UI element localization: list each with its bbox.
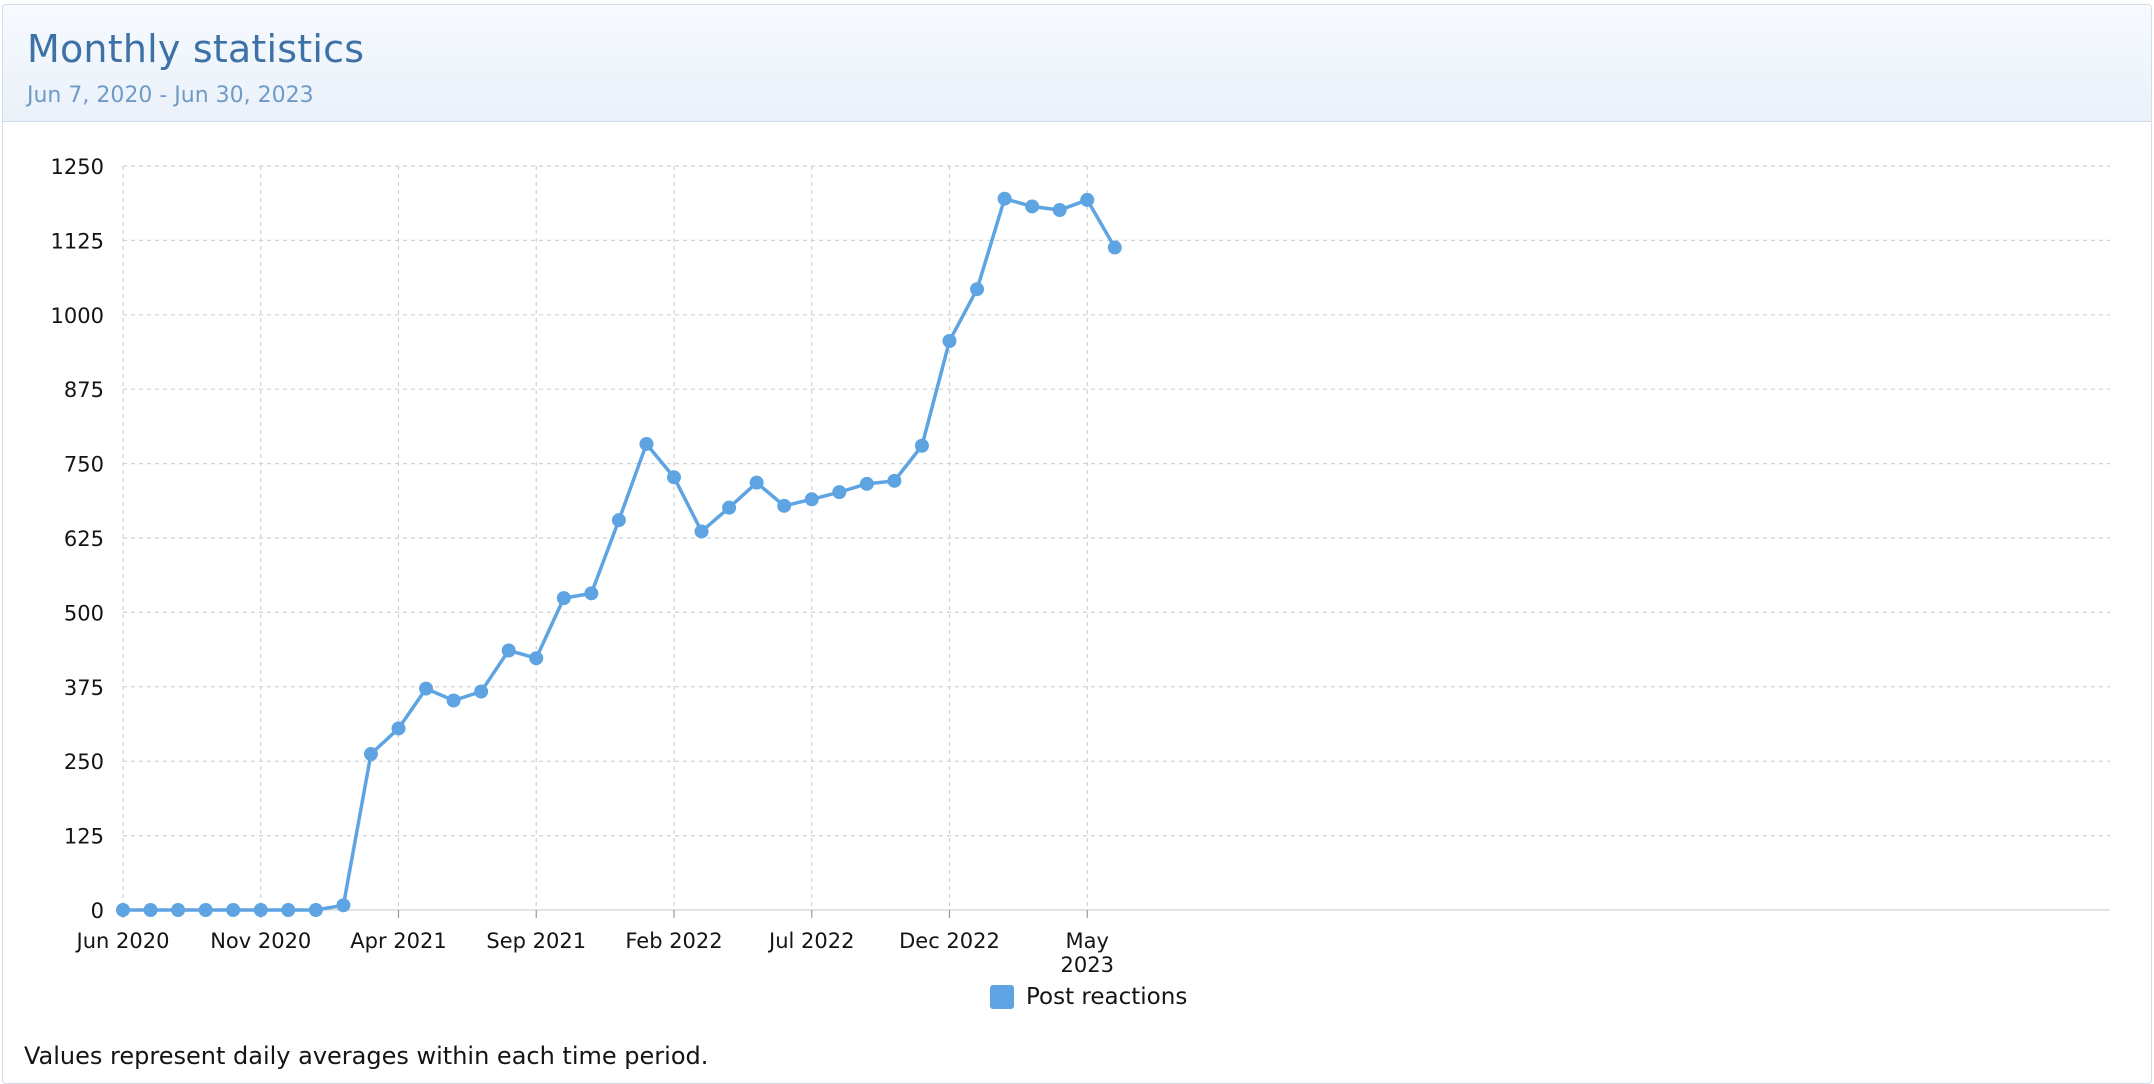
data-point (226, 903, 241, 917)
y-tick-label: 0 (91, 899, 104, 923)
data-point (253, 903, 268, 917)
line-chart: 0 125 250 375 500 625 750 875 1000 1125 1250 Jun 2… (51, 155, 2110, 977)
data-point (419, 681, 434, 696)
data-point (308, 903, 323, 917)
data-point (970, 282, 985, 297)
chart-grid (122, 165, 2110, 911)
x-tick-label: Nov 2020 (210, 929, 311, 953)
x-tick-label: May (1066, 929, 1109, 953)
data-point (832, 485, 847, 500)
data-point (914, 438, 929, 453)
data-point (1052, 203, 1067, 218)
data-point (529, 651, 544, 666)
y-tick-label: 125 (64, 825, 104, 849)
data-point (859, 476, 874, 491)
x-tick-label-year: 2023 (1061, 953, 1114, 977)
series-line (123, 196, 1117, 912)
data-point (281, 903, 296, 917)
y-tick-label: 1125 (51, 229, 104, 253)
data-point (1025, 199, 1040, 214)
data-point (474, 684, 489, 699)
y-tick-label: 875 (64, 378, 104, 402)
data-point (942, 333, 957, 348)
x-tick-label: Jul 2022 (767, 929, 854, 953)
x-tick-label: Apr 2021 (350, 929, 446, 953)
y-tick-label: 250 (64, 750, 104, 774)
data-point (667, 470, 681, 485)
x-tick-label: Dec 2022 (899, 929, 1000, 953)
data-point (887, 473, 902, 488)
data-point (1107, 240, 1122, 255)
data-point (639, 436, 654, 451)
y-tick-label: 1000 (51, 304, 104, 328)
x-tick-label: Jun 2020 (75, 929, 170, 953)
data-point (584, 586, 599, 601)
data-point (501, 643, 516, 658)
data-point (446, 693, 461, 708)
data-point (336, 898, 351, 913)
data-point (997, 191, 1012, 206)
data-point (116, 903, 130, 917)
data-point (143, 903, 158, 917)
data-point (363, 747, 378, 762)
data-point (1080, 192, 1095, 207)
chart-legend[interactable]: Post reactions (990, 984, 1187, 1010)
x-tick-label: Sep 2021 (486, 929, 586, 953)
data-point (171, 903, 186, 917)
footnote: Values represent daily averages within e… (24, 1042, 709, 1070)
data-point (198, 903, 213, 917)
y-tick-label: 625 (64, 527, 104, 551)
legend-label: Post reactions (1026, 984, 1188, 1010)
data-point (391, 721, 406, 736)
x-axis: Jun 2020 Nov 2020 Apr 2021 Sep 2021 Feb 2022… (75, 910, 1114, 977)
y-axis: 0 125 250 375 500 625 750 875 1000 1125 1250 (51, 155, 104, 923)
x-tick-label: Feb 2022 (625, 929, 722, 953)
series-post-reactions (116, 191, 1122, 917)
y-tick-label: 750 (64, 453, 104, 477)
data-point (777, 498, 792, 513)
data-point (722, 500, 737, 515)
data-point (556, 591, 571, 606)
data-point (749, 475, 764, 490)
data-point (611, 513, 626, 528)
y-tick-label: 500 (64, 601, 104, 625)
data-point (694, 524, 709, 539)
y-tick-label: 1250 (51, 155, 104, 179)
data-point (804, 492, 819, 507)
y-tick-label: 375 (64, 676, 104, 700)
legend-swatch (990, 985, 1014, 1009)
